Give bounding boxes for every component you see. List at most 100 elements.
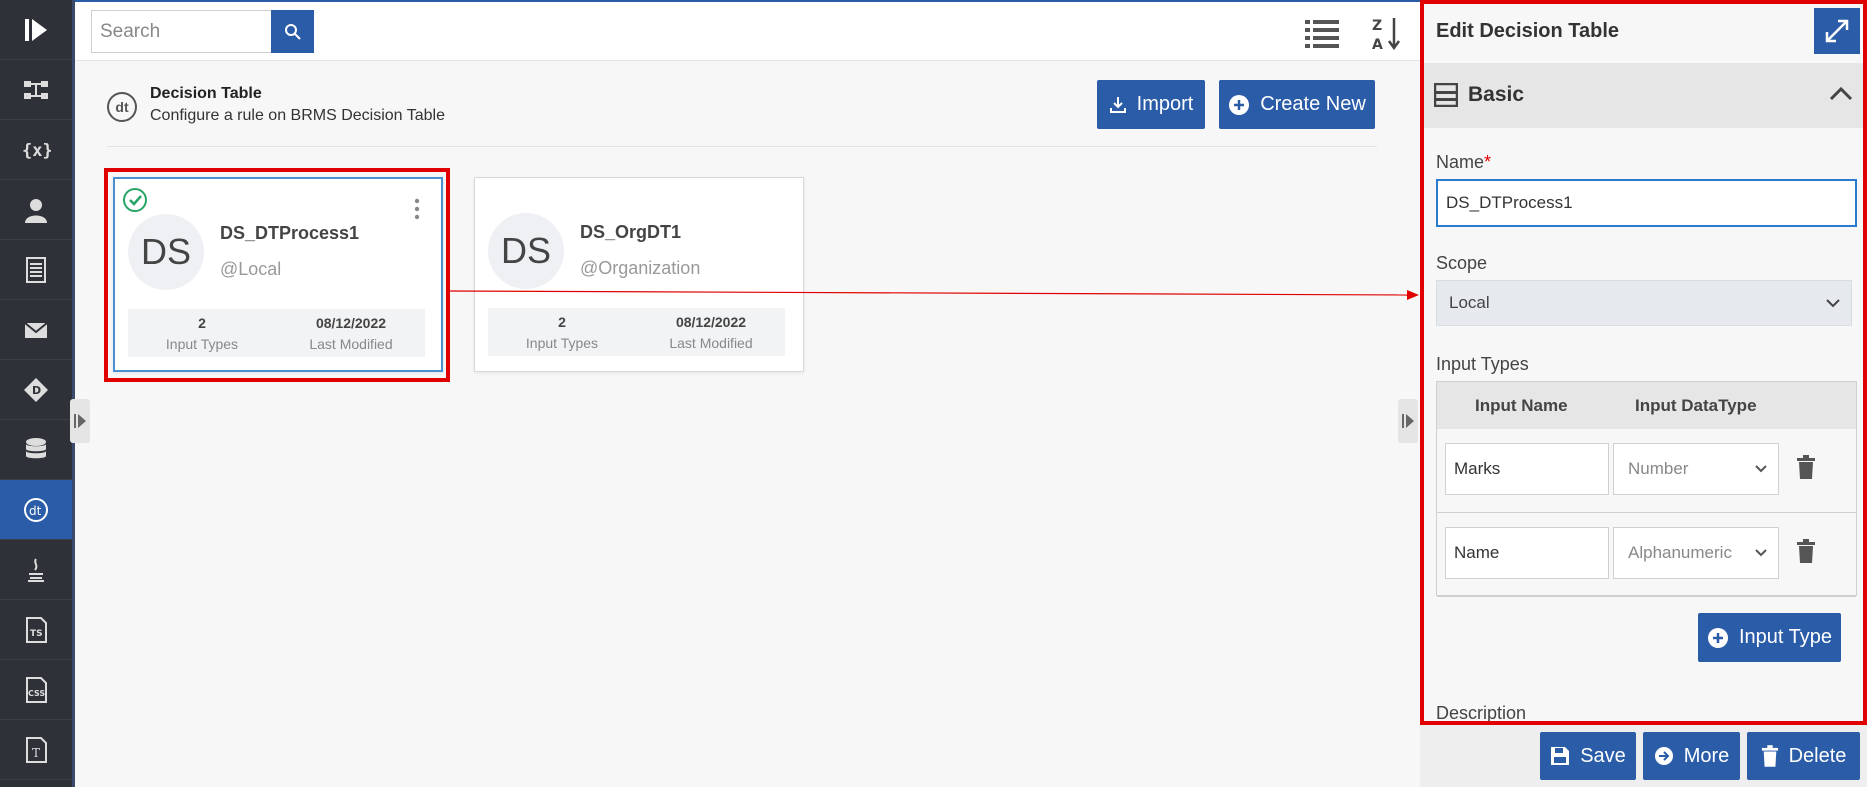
footer-toolbar: Save More Delete [1420, 725, 1867, 787]
required-marker: * [1484, 152, 1492, 172]
main-content: Search Z A dt Decision Table Configure a… [75, 0, 1422, 787]
name-label: Name* [1436, 152, 1491, 173]
delete-label: Delete [1788, 744, 1847, 767]
user-icon[interactable] [0, 180, 72, 240]
search-button[interactable] [271, 10, 314, 53]
expand-button[interactable] [1814, 8, 1860, 54]
chevron-down-icon [1755, 549, 1767, 557]
mail-icon[interactable] [0, 300, 72, 360]
input-datatype-select[interactable]: Alphanumeric [1613, 527, 1779, 579]
svg-text:CSS: CSS [28, 689, 45, 698]
scope-value: Local [1449, 293, 1490, 312]
logo-icon[interactable] [0, 0, 72, 60]
card-name: DS_OrgDT1 [580, 222, 682, 242]
panel-toggle-icon [1402, 414, 1414, 428]
edit-panel: Edit Decision Table Basic Name* DS_DTPro… [1420, 0, 1867, 787]
download-icon [1109, 96, 1126, 113]
scope-label: Scope [1436, 253, 1488, 273]
stat-label: Last Modified [669, 335, 753, 351]
svg-text:dt: dt [29, 504, 42, 518]
variables-icon[interactable]: {x} [0, 120, 72, 180]
stat-value: 08/12/2022 [675, 314, 747, 330]
selection-highlight [104, 168, 450, 382]
import-button[interactable]: Import [1097, 80, 1205, 129]
delete-button[interactable]: Delete [1747, 732, 1860, 780]
edit-panel-title: Edit Decision Table [1436, 20, 1619, 42]
save-label: Save [1580, 744, 1626, 767]
input-datatype-select[interactable]: Number [1613, 443, 1779, 495]
column-header: Input DataType [1635, 396, 1757, 415]
trash-icon [1761, 745, 1778, 767]
expand-icon [1825, 19, 1849, 43]
save-button[interactable]: Save [1540, 732, 1636, 780]
list-view-icon[interactable] [1305, 18, 1339, 48]
collapse-left-handle[interactable] [70, 399, 90, 443]
svg-text:T: T [32, 746, 40, 760]
plus-circle-icon [1229, 94, 1250, 115]
collapse-right-handle[interactable] [1398, 399, 1418, 443]
text-icon[interactable]: T [0, 720, 72, 780]
table-header: Input Name Input DataType [1437, 382, 1856, 429]
chevron-down-icon [1755, 465, 1767, 473]
svg-text:Z: Z [1372, 18, 1382, 34]
card-stats: 2 Input Types 08/12/2022 Last Modified [488, 308, 785, 356]
trash-icon[interactable] [1796, 539, 1816, 563]
flow-icon[interactable] [0, 60, 72, 120]
import-label: Import [1136, 93, 1194, 115]
annotation-arrow [449, 290, 1419, 300]
search-input[interactable]: Search [91, 10, 274, 53]
stat-label: Input Types [525, 335, 599, 351]
form-icon [1434, 83, 1458, 107]
add-input-type-button[interactable]: Input Type [1698, 613, 1841, 662]
svg-text:{x}: {x} [22, 141, 51, 161]
header-divider [107, 146, 1377, 147]
input-types-label: Input Types [1436, 354, 1529, 374]
chevron-down-icon [1826, 299, 1840, 308]
more-label: More [1683, 744, 1730, 767]
stat-input-types: 2 Input Types [488, 314, 636, 351]
arrow-circle-icon [1654, 747, 1673, 765]
input-name-field[interactable]: Name [1445, 527, 1609, 579]
sort-za-icon[interactable]: Z A [1371, 16, 1401, 52]
table-row: Marks Number [1437, 429, 1856, 513]
page-title: Decision Table [150, 85, 262, 102]
decision-table-icon[interactable]: dt [0, 480, 72, 540]
section-label: Basic [1468, 83, 1525, 106]
chevron-up-icon[interactable] [1829, 85, 1853, 101]
datatype-value: Number [1628, 459, 1689, 478]
avatar: DS [488, 213, 564, 289]
name-label-text: Name [1436, 152, 1485, 172]
table-row: Name Alphanumeric [1437, 513, 1856, 597]
scope-select[interactable]: Local [1436, 280, 1852, 326]
more-button[interactable]: More [1643, 732, 1740, 780]
database-icon[interactable] [0, 420, 72, 480]
save-icon [1551, 747, 1570, 765]
panel-toggle-icon [74, 414, 86, 428]
document-icon[interactable] [0, 240, 72, 300]
name-field[interactable]: DS_DTProcess1 [1436, 179, 1857, 227]
svg-text:TS: TS [30, 629, 43, 639]
input-name-field[interactable]: Marks [1445, 443, 1609, 495]
create-new-button[interactable]: Create New [1219, 80, 1375, 129]
basic-section-header[interactable]: Basic [1424, 63, 1863, 128]
sidebar-rail: {x} D dt TS CSS T [0, 0, 75, 787]
plus-circle-icon [1707, 627, 1728, 648]
top-bar: Search Z A [75, 0, 1422, 61]
input-types-table: Input Name Input DataType Marks Number N… [1436, 381, 1857, 597]
trash-icon[interactable] [1796, 455, 1816, 479]
stat-value: 2 [558, 314, 566, 330]
svg-text:A: A [1372, 37, 1383, 52]
svg-text:D: D [32, 384, 41, 397]
css-icon[interactable]: CSS [0, 660, 72, 720]
decision-table-icon: dt [107, 92, 137, 122]
add-input-type-label: Input Type [1738, 626, 1833, 648]
search-icon [284, 23, 301, 40]
typescript-icon[interactable]: TS [0, 600, 72, 660]
card-scope: @Organization [580, 258, 701, 278]
decision-table-card[interactable]: DS DS_OrgDT1 @Organization 2 Input Types… [474, 177, 804, 372]
java-icon[interactable] [0, 540, 72, 600]
diamond-icon[interactable]: D [0, 360, 72, 420]
create-new-label: Create New [1260, 93, 1366, 115]
stat-last-modified: 08/12/2022 Last Modified [637, 314, 785, 351]
datatype-value: Alphanumeric [1628, 543, 1732, 562]
